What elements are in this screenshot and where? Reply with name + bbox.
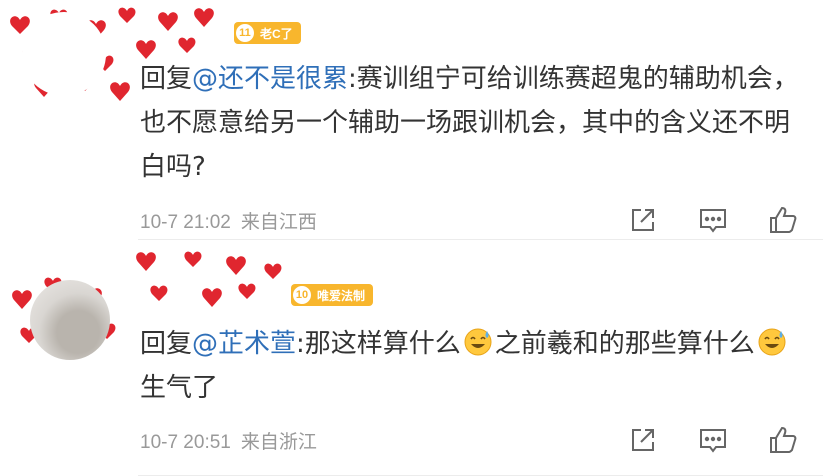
comment-item: 10 唯爱法制 回复@芷术萱:那这样算什么 之前羲和的那些算什么 生气了 10-… — [0, 240, 823, 476]
share-icon[interactable] — [627, 424, 659, 456]
comment-location: 来自江西 — [240, 212, 317, 233]
sweat-smile-emoji — [464, 328, 492, 356]
badge-label: 唯爱法制 — [317, 288, 366, 303]
like-icon[interactable] — [767, 424, 799, 456]
comment-date: 10-7 21:02 — [140, 212, 231, 233]
comment-body: 之前羲和的那些算什么 — [494, 329, 755, 359]
mention-link[interactable]: @还不是很累 — [192, 64, 348, 94]
comment-text: 回复@还不是很累:赛训组宁可给训练赛超鬼的辅助机会，也不愿意给另一个辅助一场跟训… — [140, 57, 800, 189]
comment-location: 来自浙江 — [240, 432, 317, 453]
comment-icon[interactable] — [697, 204, 729, 236]
fan-level-badge: 10 唯爱法制 — [291, 284, 374, 306]
comment-text: 回复@芷术萱:那这样算什么 之前羲和的那些算什么 生气了 — [140, 322, 800, 410]
like-icon[interactable] — [767, 204, 799, 236]
fan-level-badge: 11 老C了 — [234, 22, 301, 44]
comment-actions — [627, 204, 799, 236]
share-icon[interactable] — [627, 204, 659, 236]
reply-prefix: 回复 — [140, 329, 193, 359]
sweat-smile-emoji — [758, 328, 786, 356]
level-number: 10 — [291, 284, 313, 306]
comment-date: 10-7 20:51 — [140, 432, 231, 453]
comment-icon[interactable] — [697, 424, 729, 456]
reply-prefix: 回复 — [140, 64, 193, 94]
comment-meta: 10-7 20:51 来自浙江 — [140, 427, 317, 454]
badge-label: 老C了 — [260, 26, 293, 41]
comment-meta: 10-7 21:02 来自江西 — [140, 207, 317, 234]
comment-item: 11 老C了 回复@还不是很累:赛训组宁可给训练赛超鬼的辅助机会，也不愿意给另一… — [0, 0, 823, 240]
avatar[interactable] — [22, 12, 106, 96]
level-number: 11 — [234, 22, 256, 44]
comment-actions — [627, 424, 799, 456]
avatar[interactable] — [30, 280, 110, 360]
mention-link[interactable]: @芷术萱 — [192, 329, 296, 359]
comment-body: :那这样算什么 — [296, 329, 461, 359]
comment-body: 生气了 — [140, 373, 219, 403]
